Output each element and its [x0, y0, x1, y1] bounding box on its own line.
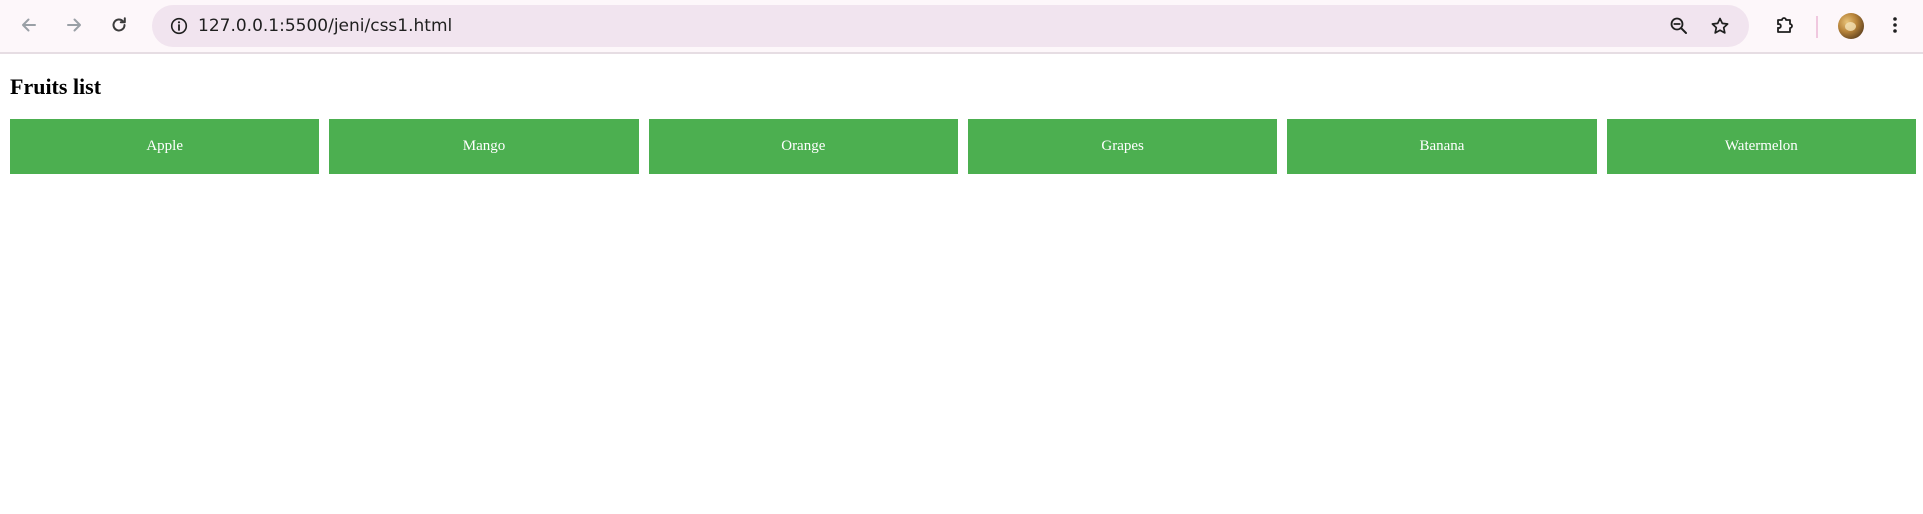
back-button[interactable] [12, 8, 46, 42]
fruit-list: Apple Mango Orange Grapes Banana Waterme… [10, 119, 1916, 174]
menu-button[interactable] [1878, 8, 1912, 42]
star-icon [1711, 17, 1729, 34]
list-item: Mango [329, 119, 639, 174]
toolbar-divider [1816, 16, 1818, 38]
info-icon [170, 17, 188, 35]
bookmark-button[interactable] [1703, 9, 1737, 43]
avatar[interactable] [1838, 13, 1864, 39]
site-info-button[interactable] [162, 9, 196, 43]
list-item: Watermelon [1606, 119, 1916, 174]
reload-icon [112, 17, 126, 32]
page-title: Fruits list [10, 74, 102, 99]
reload-button[interactable] [102, 8, 136, 42]
browser-toolbar: 127.0.0.1:5500/jeni/css1.html [0, 0, 1923, 54]
zoom-button[interactable] [1662, 9, 1696, 43]
puzzle-icon [1777, 17, 1793, 33]
extensions-button[interactable] [1768, 8, 1802, 42]
forward-button[interactable] [57, 8, 91, 42]
arrow-right-icon [67, 18, 81, 32]
kebab-menu-icon [1893, 17, 1897, 33]
list-item: Orange [648, 119, 958, 174]
page-content: Fruits list Apple Mango Orange Grapes Ba… [0, 56, 1923, 514]
list-item: Apple [10, 119, 320, 174]
list-item: Banana [1287, 119, 1597, 174]
arrow-left-icon [22, 18, 36, 32]
address-bar[interactable]: 127.0.0.1:5500/jeni/css1.html [152, 5, 1749, 47]
zoom-out-icon [1670, 17, 1687, 34]
url-text[interactable]: 127.0.0.1:5500/jeni/css1.html [198, 5, 452, 47]
list-item: Grapes [967, 119, 1278, 174]
